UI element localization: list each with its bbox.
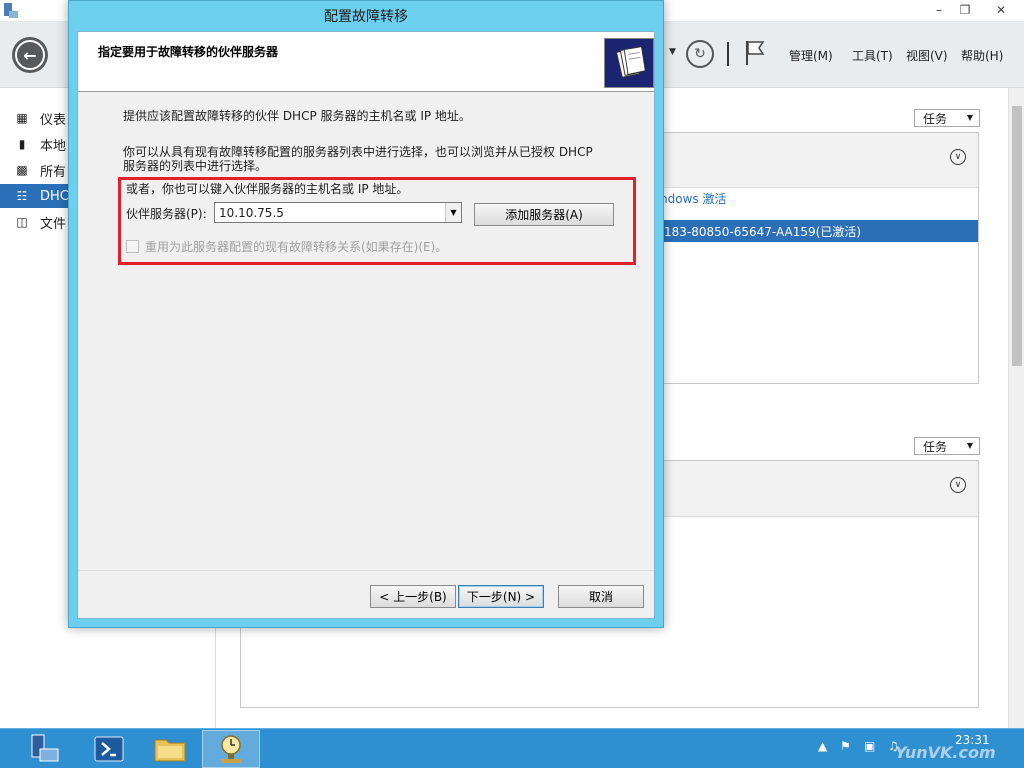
powershell-taskbar-button[interactable] (80, 730, 138, 768)
caret-down-icon: ▼ (966, 441, 973, 450)
server-manager-icon (4, 3, 18, 18)
menu-help[interactable]: 帮助(H) (961, 47, 1003, 64)
expand-icon[interactable]: ∨ (950, 477, 966, 493)
refresh-icon[interactable]: ↻ (686, 40, 714, 68)
dialog-title: 配置故障转移 (324, 9, 408, 25)
file-explorer-taskbar-button[interactable] (141, 730, 199, 768)
reuse-relationship-option: 重用为此服务器配置的现有故障转移关系(如果存在)(E)。 (126, 238, 447, 254)
tasks-dropdown[interactable]: 任务 ▼ (914, 437, 980, 455)
back-button[interactable]: < 上一步(B) (370, 585, 456, 608)
footer-divider (78, 570, 654, 571)
minimize-icon[interactable]: – (926, 0, 952, 20)
network-tray-icon[interactable]: ▣ (864, 739, 875, 753)
tasks-label: 任务 (923, 111, 948, 126)
show-hidden-icons[interactable]: ▲ (818, 739, 827, 753)
sidebar-item-label: 本地 (40, 138, 67, 154)
or-text: 或者，你也可以键入伙伴服务器的主机名或 IP 地址。 (126, 182, 409, 196)
server-icon: ▮ (18, 137, 26, 151)
folders-icon (604, 38, 654, 88)
folder-icon (154, 739, 186, 762)
configure-failover-dialog: 配置故障转移 指定要用于故障转移的伙伴服务器 提供应该配置故障转移的伙伴 DHC… (68, 0, 664, 628)
partner-server-value: 10.10.75.5 (219, 205, 284, 220)
powershell-icon (94, 736, 124, 762)
sidebar-item-label: 文件 (40, 216, 67, 232)
select-text-line2: 服务器的列表中进行选择。 (123, 159, 268, 173)
select-text-line1: 你可以从具有现有故障转移配置的服务器列表中进行选择，也可以浏览并从已授权 DHC… (123, 145, 593, 159)
watermark: YunVK.com (895, 743, 996, 762)
intro-text: 提供应该配置故障转移的伙伴 DHCP 服务器的主机名或 IP 地址。 (123, 109, 471, 123)
add-server-button[interactable]: 添加服务器(A) (474, 203, 614, 226)
window-controls: – ❐ ✕ (926, 0, 1024, 20)
menu-manage[interactable]: 管理(M) (789, 47, 833, 64)
wizard-page-title: 指定要用于故障转移的伙伴服务器 (98, 45, 279, 59)
next-button[interactable]: 下一步(N) > (458, 585, 544, 608)
dhcp-taskbar-button[interactable] (202, 730, 260, 768)
caret-down-icon: ▼ (966, 113, 973, 122)
back-button[interactable]: ← (12, 37, 48, 73)
table-row[interactable]: 183-80850-65647-AA159(已激活) (660, 220, 978, 242)
server-manager-icon (31, 734, 59, 762)
back-arrow-icon: ← (15, 40, 45, 70)
file-services-icon: ◫ (16, 215, 28, 229)
server-manager-taskbar-button[interactable] (16, 730, 74, 768)
vertical-scrollbar[interactable] (1008, 88, 1024, 728)
reuse-relationship-label: 重用为此服务器配置的现有故障转移关系(如果存在)(E)。 (145, 239, 448, 254)
expand-icon[interactable]: ∨ (950, 149, 966, 165)
scrollbar-thumb[interactable] (1012, 106, 1022, 366)
partner-server-combobox[interactable]: 10.10.75.5 ▼ (214, 202, 462, 223)
sidebar-item-label: 所有 (40, 164, 67, 180)
chevron-down-icon[interactable]: ▼ (669, 47, 676, 57)
menu-tools[interactable]: 工具(T) (852, 47, 893, 64)
dhcp-icon: ☷ (16, 189, 28, 203)
toolbar-divider (727, 42, 729, 66)
reuse-relationship-checkbox[interactable] (126, 239, 139, 253)
dashboard-icon: ▦ (16, 111, 28, 125)
cancel-button[interactable]: 取消 (558, 585, 644, 608)
wizard-header: 指定要用于故障转移的伙伴服务器 (78, 32, 654, 92)
tasks-dropdown[interactable]: 任务 ▼ (914, 109, 980, 127)
dropdown-arrow-icon[interactable]: ▼ (445, 203, 461, 222)
servers-icon: ▩ (16, 163, 28, 177)
column-header[interactable]: ndows 激活 (660, 190, 726, 207)
close-icon[interactable]: ✕ (978, 0, 1024, 20)
partner-server-label: 伙伴服务器(P): (126, 207, 207, 221)
restore-icon[interactable]: ❐ (952, 0, 978, 20)
dhcp-clock-icon (221, 735, 241, 763)
flag-tray-icon[interactable]: ⚑ (840, 739, 851, 753)
dialog-body: 指定要用于故障转移的伙伴服务器 提供应该配置故障转移的伙伴 DHCP 服务器的主… (77, 31, 655, 619)
notifications-flag-icon[interactable] (744, 39, 766, 67)
menu-view[interactable]: 视图(V) (906, 47, 948, 64)
tasks-label: 任务 (923, 439, 948, 454)
sidebar-item-label: DHC (40, 188, 69, 204)
taskbar: ▲ ⚑ ▣ ♫ 23:31 (0, 728, 1024, 768)
row-value: 183-80850-65647-AA159(已激活) (664, 224, 861, 239)
sidebar-item-label: 仪表 (40, 112, 67, 128)
